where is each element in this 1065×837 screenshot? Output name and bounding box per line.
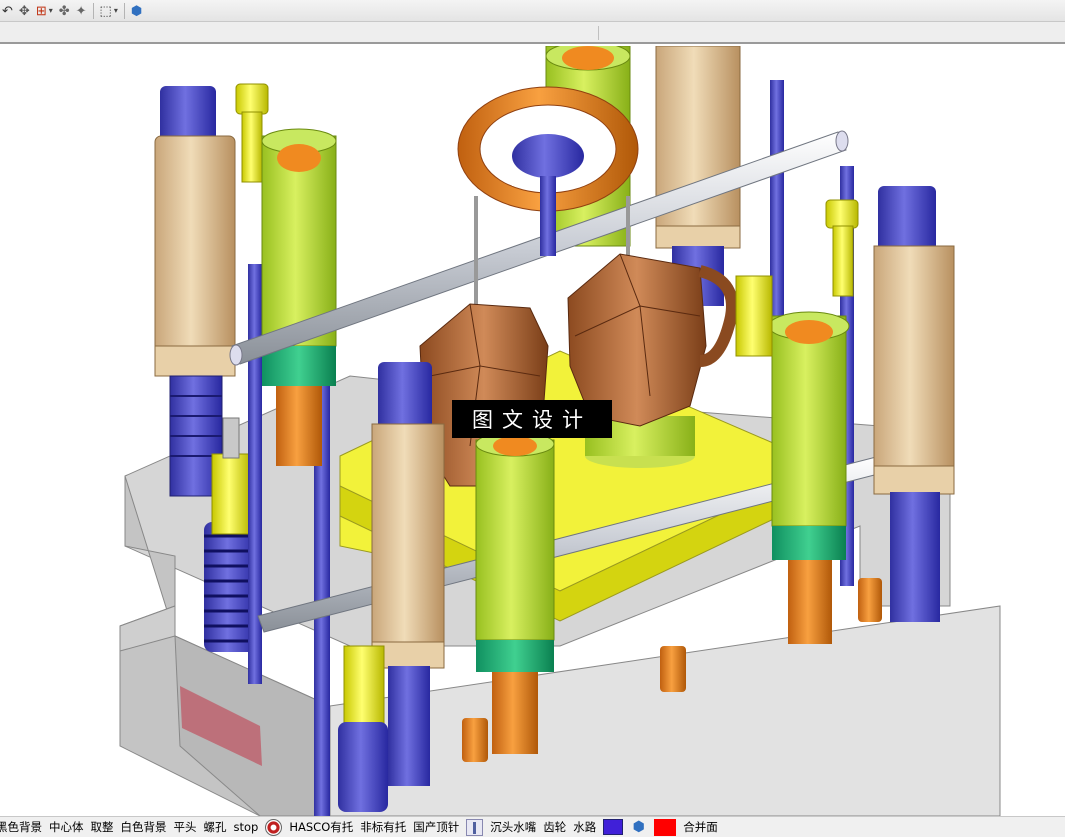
red-square-icon[interactable] [654, 818, 677, 836]
top-toolbar: ↶ ✥ ⊞ ▾ ✤ ✦ ⬚ ▾ ⬢ [0, 0, 1065, 22]
view-cube-icon[interactable]: ⬢ [131, 2, 142, 20]
toolbar-divider [598, 26, 599, 40]
selection-box-icon[interactable]: ⬚ [100, 2, 112, 20]
non-standard-support-button[interactable]: 非标有托 [360, 819, 406, 835]
chevron-down-icon[interactable]: ▾ [49, 6, 53, 15]
snap-icon[interactable]: ✥ [19, 2, 30, 20]
command-bar [0, 22, 1065, 44]
domestic-ejector-pin-button[interactable]: 国产顶针 [413, 819, 459, 835]
waterway-button[interactable]: 水路 [573, 819, 596, 835]
center-body-button[interactable]: 中心体 [49, 819, 84, 835]
ejector-pin-icon[interactable] [466, 818, 484, 836]
toolbar-divider [123, 2, 125, 19]
hasco-support-button[interactable]: HASCO有托 [289, 819, 353, 835]
move-icon[interactable]: ↶ [2, 2, 13, 20]
chevron-down-icon[interactable]: ▾ [114, 6, 118, 15]
rotate-icon[interactable]: ✦ [76, 2, 87, 20]
bottom-toolbar: 黑色背景 中心体 取整 白色背景 平头 螺孔 stop HASCO有托 非标有托… [0, 816, 1065, 837]
screw-hole-button[interactable]: 螺孔 [204, 819, 227, 835]
pin-shaft [473, 821, 477, 834]
blue-square-icon[interactable] [603, 819, 624, 835]
target-icon[interactable] [265, 818, 283, 836]
constraint-icon[interactable]: ⊞ [36, 2, 47, 20]
model-viewport[interactable]: 图文设计 [0, 46, 1065, 816]
gear-button[interactable]: 齿轮 [543, 819, 566, 835]
merge-face-button[interactable]: 合并面 [683, 819, 718, 835]
watermark-label: 图文设计 [452, 400, 612, 438]
cube-icon[interactable]: ⬢ [630, 819, 647, 836]
stop-button[interactable]: stop [234, 820, 259, 834]
black-background-button[interactable]: 黑色背景 [0, 819, 42, 835]
white-background-button[interactable]: 白色背景 [121, 819, 167, 835]
toolbar-divider [92, 2, 94, 19]
transform-icon[interactable]: ✤ [59, 2, 70, 20]
flat-head-button[interactable]: 平头 [174, 819, 197, 835]
round-off-button[interactable]: 取整 [91, 819, 114, 835]
countersunk-nozzle-button[interactable]: 沉头水嘴 [490, 819, 536, 835]
